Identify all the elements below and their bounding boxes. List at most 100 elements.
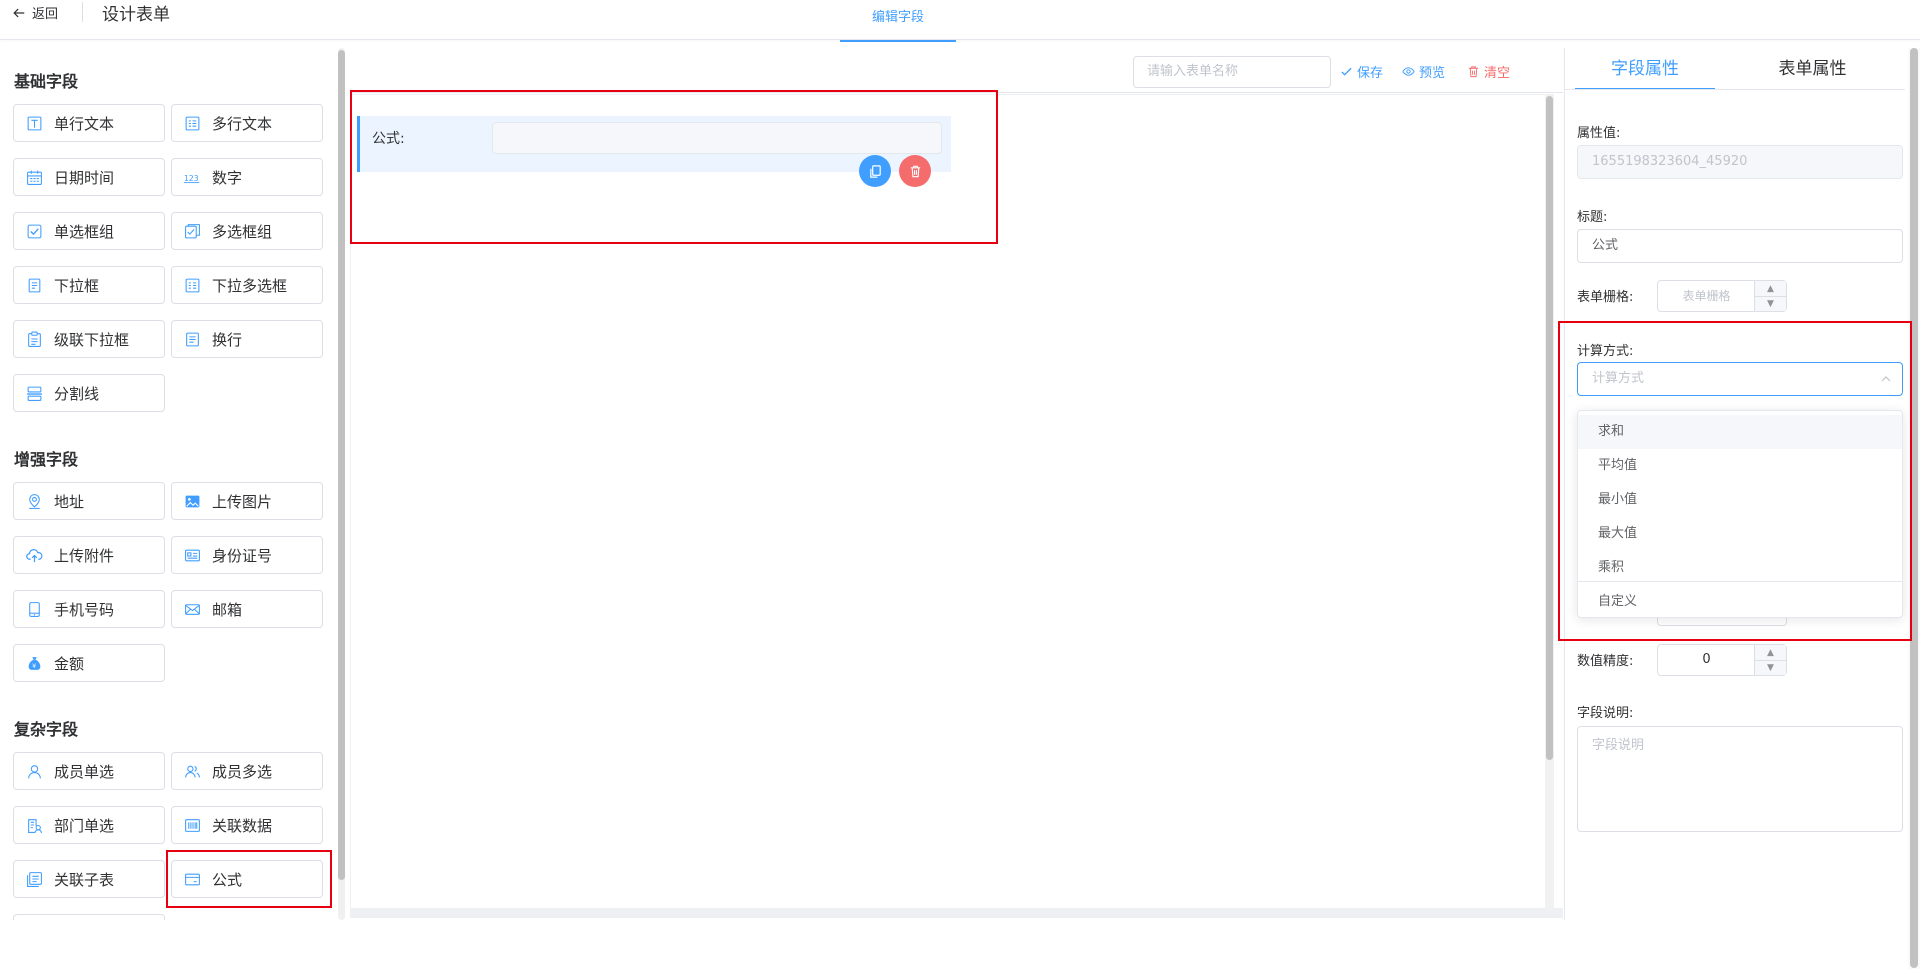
field-amount[interactable]: ¥ 金额 [13,644,165,682]
increment-button[interactable]: ▲ [1755,281,1786,296]
field-divider[interactable]: 分割线 [13,374,165,412]
field-address[interactable]: 地址 [13,482,165,520]
sub-table-icon [24,869,44,889]
field-cascade-dropdown[interactable]: 级联下拉框 [13,320,165,358]
stepper-buttons: ▲ ▼ [1754,281,1786,311]
page-title: 设计表单 [102,5,170,25]
attr-value-input: 1655198323604_45920 [1577,145,1903,179]
save-label: 保存 [1357,66,1384,81]
form-canvas[interactable] [350,94,1550,909]
field-attachment-upload[interactable]: 上传附件 [13,536,165,574]
trash-icon [1468,66,1479,78]
field-next-partial[interactable] [13,914,165,920]
single-line-text-icon [24,113,44,133]
desc-label: 字段说明: [1577,706,1634,721]
back-button[interactable]: 返回 [12,3,58,22]
field-formula[interactable]: 公式 [171,860,323,898]
cloud-upload-icon [24,545,44,565]
field-checkbox-group[interactable]: 多选框组 [171,212,323,250]
clear-button[interactable]: 清空 [1467,62,1510,81]
line-break-icon [182,329,202,349]
copy-field-button[interactable] [859,155,891,187]
image-upload-icon [182,491,202,511]
title-input[interactable]: 公式 [1577,229,1903,263]
option-min[interactable]: 最小值 [1578,483,1902,517]
location-pin-icon [24,491,44,511]
grid-stepper-value[interactable]: 表单栅格 [1658,281,1755,311]
field-member-multi[interactable]: 成员多选 [171,752,323,790]
tab-underline-track [1565,89,1905,90]
field-label: 手机号码 [54,600,115,619]
save-button[interactable]: 保存 [1340,62,1383,81]
field-single-line-text[interactable]: 单行文本 [13,104,165,142]
field-label: 下拉框 [54,276,100,295]
field-dropdown[interactable]: 下拉框 [13,266,165,304]
field-label: 下拉多选框 [212,276,288,295]
multi-checkbox-icon [182,221,202,241]
field-palette: 基础字段 单行文本 多行文本 日期时间 123 数字 单选框组 多选框组 下拉框… [0,48,335,920]
option-custom[interactable]: 自定义 [1578,585,1902,619]
field-multi-line-text[interactable]: 多行文本 [171,104,323,142]
tab-form-properties[interactable]: 表单属性 [1735,48,1890,90]
field-label: 成员多选 [212,762,273,781]
group-title-enhanced: 增强字段 [14,450,79,469]
field-label: 身份证号 [212,546,273,565]
field-mobile[interactable]: 手机号码 [13,590,165,628]
attr-value-label: 属性值: [1577,126,1621,141]
department-icon [24,815,44,835]
title-label: 标题: [1577,210,1608,225]
field-radio-group[interactable]: 单选框组 [13,212,165,250]
clear-label: 清空 [1484,66,1511,81]
field-sub-table[interactable]: 关联子表 [13,860,165,898]
option-sum[interactable]: 求和 [1578,415,1902,449]
preview-button[interactable]: 预览 [1402,62,1445,81]
field-email[interactable]: 邮箱 [171,590,323,628]
formula-input[interactable] [492,122,942,154]
canvas-scrollbar[interactable] [1545,94,1554,910]
tab-field-properties[interactable]: 字段属性 [1575,48,1715,90]
grid-stepper[interactable]: 表单栅格 ▲ ▼ [1657,280,1787,312]
field-multi-dropdown[interactable]: 下拉多选框 [171,266,323,304]
increment-button[interactable]: ▲ [1755,645,1786,660]
users-icon [182,761,202,781]
arrow-left-icon [13,8,25,17]
scrollbar-thumb[interactable] [1910,48,1918,968]
field-member-single[interactable]: 成员单选 [13,752,165,790]
decrement-button[interactable]: ▼ [1755,296,1786,311]
palette-scrollbar[interactable] [338,48,345,920]
field-department-single[interactable]: 部门单选 [13,806,165,844]
field-label: 公式: [372,131,405,147]
form-name-input[interactable]: 请输入表单名称 [1133,56,1331,88]
decrement-button[interactable]: ▼ [1755,660,1786,675]
title-divider [82,2,83,22]
field-datetime[interactable]: 日期时间 [13,158,165,196]
tab-edit-fields[interactable]: 编辑字段 [840,0,956,42]
field-label: 分割线 [54,384,100,403]
props-scrollbar[interactable] [1908,48,1920,969]
delete-field-button[interactable] [899,155,931,187]
field-line-break[interactable]: 换行 [171,320,323,358]
field-label: 换行 [212,330,243,349]
mobile-phone-icon [24,599,44,619]
calc-placeholder: 计算方式 [1592,371,1645,386]
option-product[interactable]: 乘积 [1578,551,1902,585]
multi-dropdown-icon [182,275,202,295]
option-average[interactable]: 平均值 [1578,449,1902,483]
option-max[interactable]: 最大值 [1578,517,1902,551]
field-image-upload[interactable]: 上传图片 [171,482,323,520]
scrollbar-thumb[interactable] [1546,96,1553,760]
field-label: 公式 [212,870,243,889]
divider-icon [24,383,44,403]
field-label: 日期时间 [54,168,115,187]
precision-stepper[interactable]: 0 ▲ ▼ [1657,644,1787,676]
scrollbar-thumb[interactable] [338,50,345,880]
desc-textarea[interactable]: 字段说明 [1577,726,1903,832]
field-link-data[interactable]: 关联数据 [171,806,323,844]
precision-value[interactable]: 0 [1658,645,1755,675]
calc-method-select[interactable]: 计算方式 [1577,362,1903,396]
eye-icon [1402,67,1415,76]
stepper-buttons: ▲ ▼ [1754,645,1786,675]
field-id-number[interactable]: 身份证号 [171,536,323,574]
field-number[interactable]: 123 数字 [171,158,323,196]
field-label: 成员单选 [54,762,115,781]
